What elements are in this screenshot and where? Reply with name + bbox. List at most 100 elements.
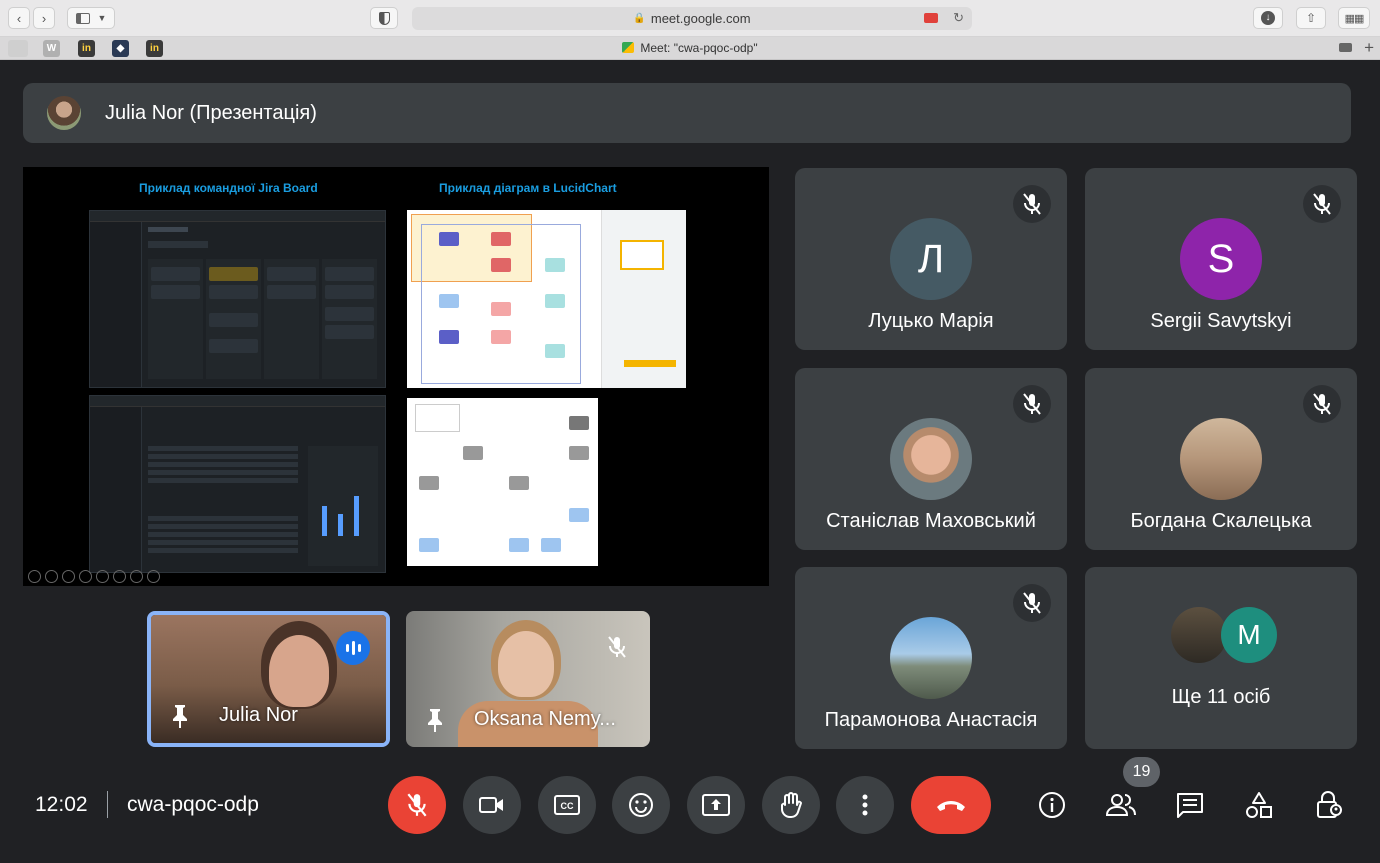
lock-icon: 🔒 <box>633 13 646 24</box>
share-icon: ⇧ <box>1305 11 1317 25</box>
share-button[interactable]: ⇧ <box>1296 7 1326 29</box>
reload-icon[interactable]: ↻ <box>953 10 964 26</box>
jira-backlog-screenshot <box>89 395 386 573</box>
slide-controls[interactable] <box>28 570 160 583</box>
microphone-button[interactable] <box>388 776 446 834</box>
presentation-banner: Julia Nor (Презентація) <box>23 83 1351 143</box>
url-text: meet.google.com <box>650 11 751 26</box>
lucidchart-swimlane-screenshot <box>407 210 686 388</box>
participant-tile-stanislav[interactable]: Станіслав Маховський <box>795 368 1067 550</box>
avatar <box>890 418 972 500</box>
camera-button[interactable] <box>463 776 521 834</box>
tab-overview-button[interactable]: ▦▦ <box>1338 7 1370 29</box>
people-button[interactable] <box>1104 788 1138 822</box>
camera-icon[interactable] <box>1339 43 1352 52</box>
mic-off-icon <box>606 635 628 664</box>
camera-icon <box>479 797 503 813</box>
svg-text:CC: CC <box>561 801 574 811</box>
person-silhouette <box>498 631 554 697</box>
mic-off-icon <box>1013 385 1051 423</box>
tab-bar: W in ◆ in Meet: "cwa-pqoc-odp" + <box>0 37 1380 60</box>
pin-icon[interactable] <box>169 703 191 729</box>
speaking-indicator <box>336 631 370 665</box>
activities-button[interactable] <box>1242 788 1276 822</box>
tab-title: Meet: "cwa-pqoc-odp" <box>640 41 758 55</box>
chevron-down-icon: ▼ <box>97 13 107 23</box>
grid-icon: ▦▦ <box>1344 12 1365 25</box>
meeting-details-button[interactable] <box>1035 788 1069 822</box>
chat-button[interactable] <box>1173 788 1207 822</box>
meeting-time: 12:02 <box>35 793 88 816</box>
mic-off-icon <box>1303 185 1341 223</box>
lucidchart-flow-screenshot <box>407 398 598 566</box>
phone-hangup-icon <box>937 801 965 811</box>
captions-button[interactable]: CC <box>538 776 596 834</box>
video-tile-oksana[interactable]: Oksana Nemy... <box>406 611 650 747</box>
participant-tile-lutsko[interactable]: Л Луцько Марія <box>795 168 1067 350</box>
shapes-icon <box>1246 792 1272 818</box>
more-options-button[interactable] <box>836 776 894 834</box>
participant-name: Sergii Savytskyi <box>1150 310 1292 332</box>
person-silhouette <box>269 635 329 707</box>
meeting-code: cwa-pqoc-odp <box>127 793 259 816</box>
video-tile-julia-nor[interactable]: Julia Nor <box>147 611 390 747</box>
participant-tile-paramonova[interactable]: Парамонова Анастасія <box>795 567 1067 749</box>
sidebar-toggle-button[interactable]: ▼ <box>67 7 115 29</box>
more-participants-tile[interactable]: M Ще 11 осіб <box>1085 567 1357 749</box>
jira-board-screenshot <box>89 210 386 388</box>
mic-off-icon <box>1303 385 1341 423</box>
new-tab-button[interactable]: + <box>1364 38 1374 58</box>
mic-off-icon <box>1013 584 1051 622</box>
avatar: S <box>1180 218 1262 300</box>
participant-name: Луцько Марія <box>868 310 994 332</box>
hand-icon <box>781 792 802 818</box>
participant-name: Oksana Nemy... <box>474 708 616 730</box>
divider <box>107 791 108 818</box>
raise-hand-button[interactable] <box>762 776 820 834</box>
downloads-button[interactable]: ↓ <box>1253 7 1283 29</box>
participant-tile-bogdana[interactable]: Богдана Скалецька <box>1085 368 1357 550</box>
chat-icon <box>1177 793 1203 818</box>
host-controls-button[interactable] <box>1312 788 1346 822</box>
sidebar-icon <box>75 12 90 24</box>
avatar <box>47 96 81 130</box>
pin-icon[interactable] <box>424 707 446 733</box>
forward-button[interactable]: › <box>33 7 55 29</box>
active-tab[interactable]: Meet: "cwa-pqoc-odp" <box>0 41 1380 55</box>
slide-heading-left: Приклад командної Jira Board <box>139 181 318 195</box>
participant-name: Станіслав Маховський <box>826 510 1036 532</box>
avatar: M <box>1221 607 1277 663</box>
mic-off-icon <box>1013 185 1051 223</box>
captions-icon: CC <box>554 795 580 815</box>
emoji-icon <box>629 793 653 817</box>
participant-tile-sergii[interactable]: S Sergii Savytskyi <box>1085 168 1357 350</box>
leave-call-button[interactable] <box>911 776 991 834</box>
shared-screen[interactable]: Приклад командної Jira Board Приклад діа… <box>23 167 769 586</box>
shield-icon <box>378 11 390 25</box>
download-icon: ↓ <box>1261 11 1275 25</box>
reactions-button[interactable] <box>612 776 670 834</box>
participant-name: Богдана Скалецька <box>1130 510 1312 532</box>
address-bar[interactable]: 🔒 meet.google.com ↻ <box>412 7 972 30</box>
avatar <box>890 617 972 699</box>
people-count-badge: 19 <box>1123 757 1160 787</box>
avatar: Л <box>890 218 972 300</box>
browser-toolbar: ‹ › ▼ 🔒 meet.google.com ↻ ↓ ⇧ ▦▦ <box>0 0 1380 37</box>
camera-in-use-icon[interactable] <box>924 13 938 23</box>
slide-heading-right: Приклад діаграм в LucidChart <box>439 181 617 195</box>
lock-person-icon <box>1317 791 1342 818</box>
present-now-button[interactable] <box>687 776 745 834</box>
mic-off-icon <box>407 793 427 817</box>
back-button[interactable]: ‹ <box>8 7 30 29</box>
meet-favicon <box>622 42 635 53</box>
more-vert-icon <box>862 794 868 816</box>
present-icon <box>702 794 730 816</box>
avatar <box>1171 607 1227 663</box>
participant-name: Julia Nor <box>219 704 298 726</box>
info-icon <box>1039 792 1065 818</box>
presenter-name: Julia Nor (Презентація) <box>105 102 317 124</box>
avatar <box>1180 418 1262 500</box>
people-icon <box>1105 794 1136 816</box>
privacy-shield-button[interactable] <box>370 7 398 29</box>
participant-name: Парамонова Анастасія <box>824 709 1038 731</box>
